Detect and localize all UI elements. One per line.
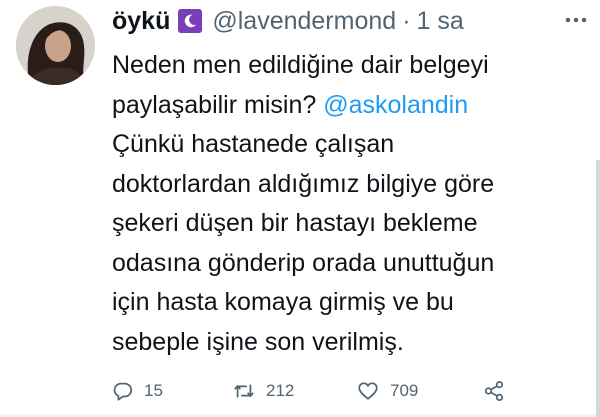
tweet-text-line: doktorlardan aldığımız bilgiye göre: [112, 169, 495, 198]
tweet-header: öykü @lavendermond · 1 sa: [112, 6, 464, 36]
more-options-icon[interactable]: [564, 10, 588, 30]
tweet-actions: 15 212 709: [112, 376, 522, 406]
scrollbar[interactable]: [596, 160, 600, 417]
reply-icon: [113, 382, 133, 401]
separator-dot: ·: [402, 6, 411, 35]
share-icon: [484, 380, 504, 402]
reply-count: 15: [144, 381, 163, 400]
timestamp[interactable]: 1 sa: [417, 7, 464, 36]
retweet-icon: [234, 384, 254, 398]
retweet-button[interactable]: 212: [232, 380, 356, 402]
tweet-text-line: sebeple işine son verilmiş.: [112, 327, 404, 356]
tweet-text-line: Çünkü hastanede çalışan: [112, 130, 395, 158]
avatar[interactable]: [16, 6, 95, 85]
tweet-text-line: odasına gönderip orada unuttuğun: [112, 248, 495, 277]
display-name[interactable]: öykü: [112, 7, 170, 36]
tweet-text-line: paylaşabilir misin?: [112, 90, 324, 119]
like-button[interactable]: 709: [356, 380, 482, 402]
tweet-text-line: Neden men edildiğine dair belgeyi: [112, 51, 489, 79]
avatar-photo: [16, 6, 95, 85]
mention-link[interactable]: @askolandin: [323, 91, 468, 119]
tweet-text-line: şekeri düşen bir hastayı bekleme: [112, 209, 478, 237]
crescent-moon-icon: [178, 9, 203, 33]
tweet-text: Neden men edildiğine dair belgeyi paylaş…: [112, 46, 582, 362]
share-button[interactable]: [482, 380, 522, 402]
retweet-count: 212: [266, 381, 295, 400]
tweet: öykü @lavendermond · 1 sa Neden men edil…: [0, 0, 600, 417]
user-handle[interactable]: @lavendermond: [212, 7, 396, 36]
tweet-text-line: için hasta komaya girmiş ve bu: [112, 288, 454, 316]
like-count: 709: [390, 381, 419, 400]
reply-button[interactable]: 15: [112, 380, 232, 402]
heart-icon: [358, 382, 378, 400]
